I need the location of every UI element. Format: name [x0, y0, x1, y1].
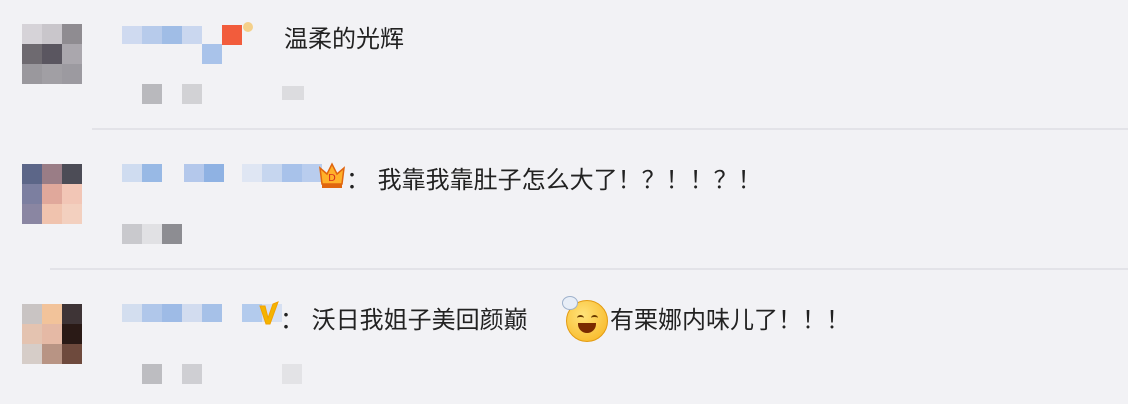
- meta-mosaic: [282, 86, 304, 100]
- comment-text: 温柔的光辉: [284, 25, 404, 53]
- avatar[interactable]: [22, 304, 82, 364]
- badge-icon: [222, 25, 242, 45]
- comment-text: ： 我靠我靠肚子怎么大了！？！！？！: [346, 166, 762, 194]
- comment-meta: [122, 224, 182, 244]
- avatar[interactable]: [22, 24, 82, 84]
- emoji-sweat: [562, 296, 578, 310]
- comment-meta: [142, 364, 202, 384]
- username[interactable]: [122, 164, 322, 182]
- badge-icon: [243, 22, 253, 32]
- v-badge-icon: [258, 300, 280, 328]
- comment-3: ： 沃日我姐子美回颜巅 有栗娜内味儿了！！！: [0, 270, 1128, 404]
- comment-text: ： 沃日我姐子美回颜巅: [280, 306, 528, 334]
- comment-text-after-emoji: 有栗娜内味儿了！！！: [610, 306, 850, 334]
- comment-2: D ： 我靠我靠肚子怎么大了！？！！？！: [0, 130, 1128, 270]
- avatar[interactable]: [22, 164, 82, 224]
- username-mosaic: [202, 44, 222, 64]
- svg-text:D: D: [328, 173, 336, 184]
- comment-meta: [142, 84, 202, 104]
- crown-badge-icon: D: [318, 160, 346, 190]
- comment-1: 温柔的光辉: [0, 0, 1128, 130]
- username[interactable]: [122, 26, 202, 44]
- meta-mosaic: [282, 364, 302, 384]
